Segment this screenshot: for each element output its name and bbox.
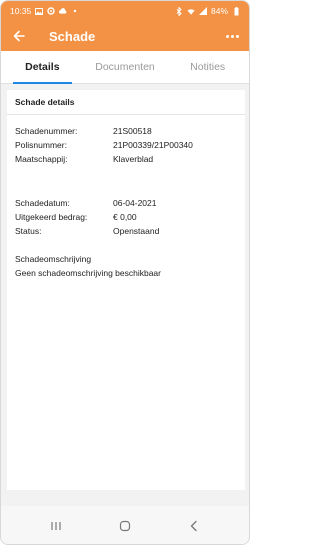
field-schadedatum: Schadedatum: 06-04-2021 — [15, 198, 156, 208]
system-nav-bar — [1, 506, 249, 544]
description-value: Geen schadeomschrijving beschikbaar — [15, 268, 161, 278]
field-label: Uitgekeerd bedrag: — [15, 212, 88, 222]
field-label: Schadenummer: — [15, 126, 78, 136]
field-label: Schadedatum: — [15, 198, 70, 208]
tab-documenten[interactable]: Documenten — [84, 51, 167, 83]
field-maatschappij: Maatschappij: Klaverblad — [15, 154, 153, 164]
field-value: Openstaand — [113, 226, 160, 236]
app-bar: Schade — [1, 21, 249, 51]
phone-screen: 10:35 84% Schade Details Documenten Noti… — [0, 0, 250, 545]
wifi-icon — [187, 7, 195, 15]
field-polisnummer: Polisnummer: 21P00339/21P00340 — [15, 140, 193, 150]
field-uitgekeerd-bedrag: Uitgekeerd bedrag: € 0,00 — [15, 212, 137, 222]
field-value: € 0,00 — [113, 212, 137, 222]
tab-bar: Details Documenten Notities — [1, 51, 249, 84]
menu-dot — [231, 34, 234, 38]
arrow-left-icon[interactable] — [11, 28, 27, 44]
status-right: 84% — [175, 6, 240, 16]
status-time: 10:35 — [10, 6, 32, 16]
cloud-icon — [59, 7, 67, 15]
more-horizontal-icon[interactable] — [226, 34, 239, 38]
home-icon[interactable] — [115, 516, 135, 536]
battery-percentage: 84% — [210, 6, 228, 16]
field-label: Maatschappij: — [15, 154, 68, 164]
tab-details[interactable]: Details — [1, 51, 84, 84]
field-schadenummer: Schadenummer: 21S00518 — [15, 126, 152, 136]
recent-apps-icon[interactable] — [46, 516, 66, 536]
field-value: 06-04-2021 — [113, 198, 157, 208]
gallery-icon — [35, 7, 44, 15]
settings-icon — [47, 7, 55, 15]
page-title: Schade — [49, 28, 96, 44]
status-left: 10:35 — [10, 6, 79, 16]
back-nav-icon[interactable] — [184, 516, 204, 536]
details-card: Schade details Schadenummer: 21S00518 Po… — [7, 90, 245, 490]
tab-notities[interactable]: Notities — [166, 51, 249, 83]
bluetooth-icon — [175, 6, 183, 16]
description-label: Schadeomschrijving — [15, 254, 92, 264]
field-value: 21S00518 — [113, 126, 152, 136]
battery-icon — [232, 6, 240, 15]
dot-icon — [71, 7, 79, 15]
card-title: Schade details — [7, 90, 245, 115]
field-label: Status: — [15, 226, 42, 236]
menu-dot — [226, 34, 229, 38]
status-bar: 10:35 84% — [1, 1, 249, 21]
signal-icon — [198, 7, 207, 15]
field-value: Klaverblad — [113, 154, 154, 164]
field-value: 21P00339/21P00340 — [113, 140, 193, 150]
field-status: Status: Openstaand — [15, 226, 159, 236]
menu-dot — [236, 34, 239, 38]
field-label: Polisnummer: — [15, 140, 67, 150]
